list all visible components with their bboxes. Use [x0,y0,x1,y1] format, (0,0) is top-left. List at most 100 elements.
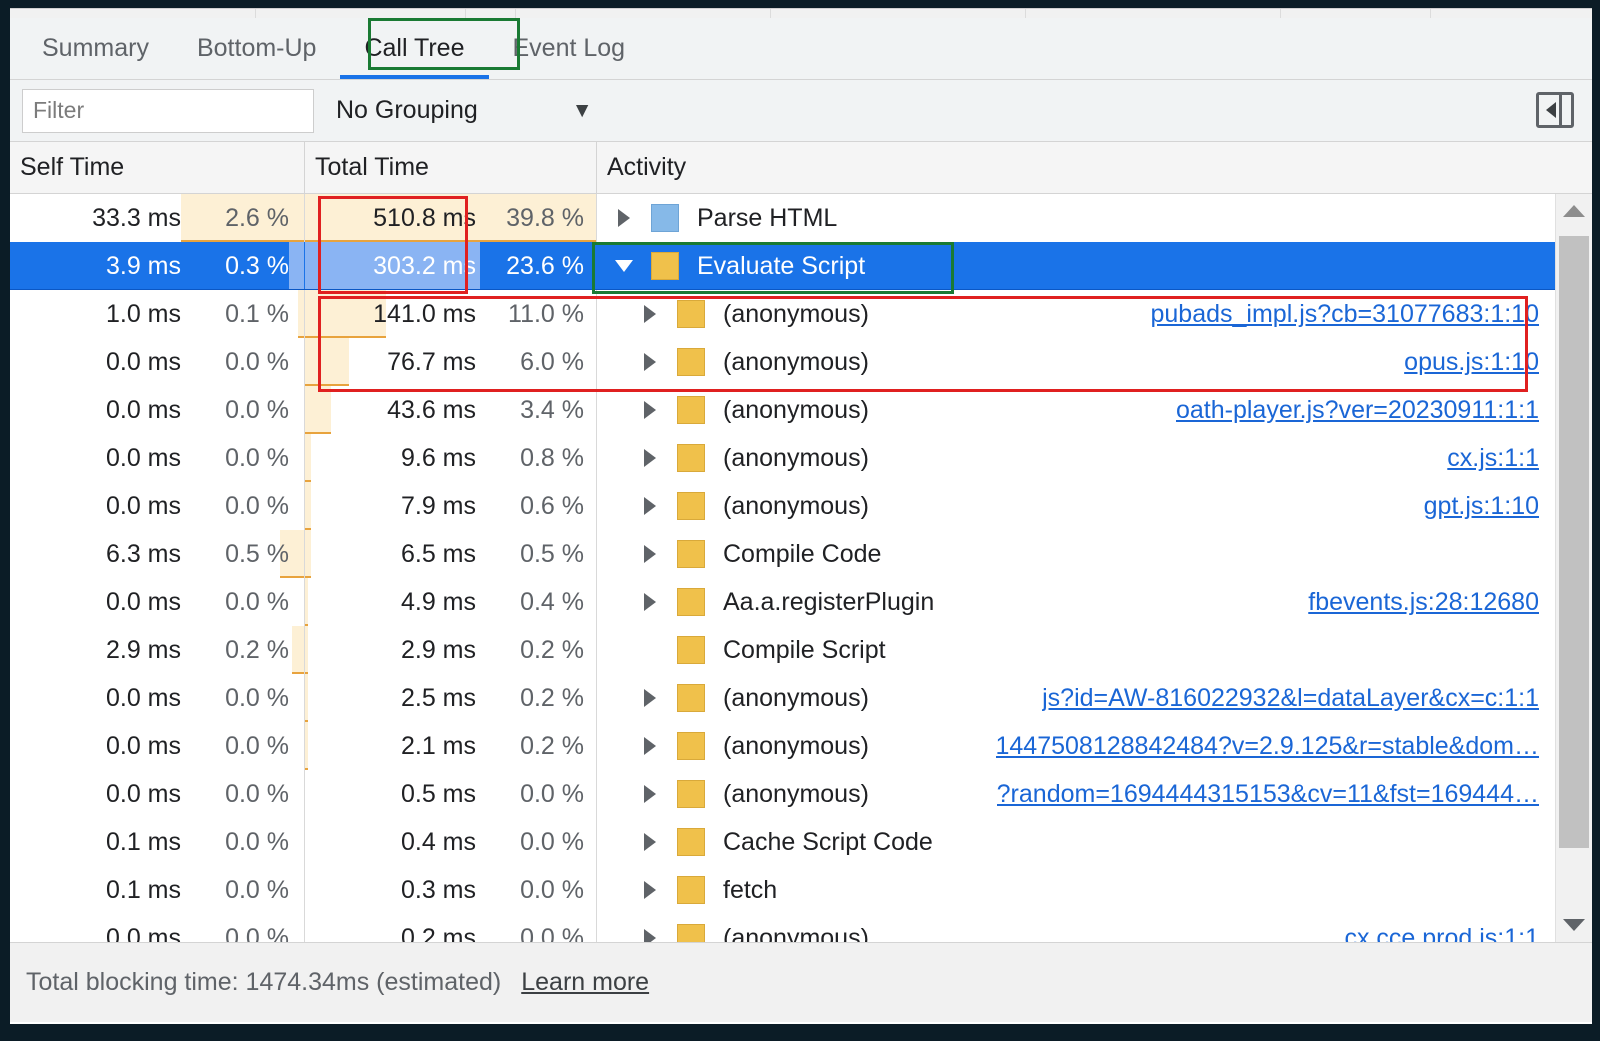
table-row[interactable]: 0.0 ms 0.0 % 0.5 ms 0.0 % (anonymous) ?random… [10,770,1555,818]
event-color-swatch [677,684,705,712]
table-row[interactable]: 0.0 ms 0.0 % 2.1 ms 0.2 % (anonymous) 1447508… [10,722,1555,770]
cell-self-time: 0.0 ms 0.0 % [10,578,305,626]
total-time-percent: 3.4 % [520,395,584,424]
self-time-value: 0.0 ms [105,491,181,520]
scrollbar-thumb[interactable] [1559,236,1589,848]
tab-call-tree[interactable]: Call Tree [340,18,489,79]
table-row[interactable]: 0.1 ms 0.0 % 0.3 ms 0.0 % fetch [10,866,1555,914]
self-time-percent: 0.0 % [225,443,289,472]
event-color-swatch [651,252,679,280]
chevron-right-icon[interactable] [637,449,663,467]
event-color-swatch [677,348,705,376]
table-row[interactable]: 0.0 ms 0.0 % 0.2 ms 0.0 % (anonymous) cx.cce.… [10,914,1555,942]
vertical-scrollbar[interactable] [1555,194,1592,942]
chevron-right-icon[interactable] [637,401,663,419]
source-location-link[interactable]: ?random=1694444315153&cv=11&fst=169444… [997,780,1555,809]
cell-self-time: 0.1 ms 0.0 % [10,818,305,866]
table-row[interactable]: 0.0 ms 0.0 % 43.6 ms 3.4 % (anonymous) oath-p… [10,386,1555,434]
cell-activity: (anonymous) cx.cce.prod.js:1:1 [597,914,1555,942]
table-header-row: Self Time Total Time Activity [10,142,1592,194]
chevron-right-icon[interactable] [637,881,663,899]
chevron-right-icon[interactable] [637,593,663,611]
tab-bottom-up[interactable]: Bottom-Up [173,18,340,79]
cell-total-time: 0.5 ms 0.0 % [305,770,597,818]
chevron-right-icon[interactable] [637,497,663,515]
table-row[interactable]: 0.0 ms 0.0 % 9.6 ms 0.8 % (anonymous) cx.js:1… [10,434,1555,482]
tab-event-log[interactable]: Event Log [489,18,650,79]
grouping-dropdown[interactable]: No Grouping ▼ [336,96,593,125]
self-time-value: 0.0 ms [105,923,181,943]
cell-total-time: 7.9 ms 0.6 % [305,482,597,530]
cell-self-time: 0.0 ms 0.0 % [10,386,305,434]
tab-summary[interactable]: Summary [18,18,173,79]
cell-self-time: 33.3 ms 2.6 % [10,194,305,242]
table-row[interactable]: 6.3 ms 0.5 % 6.5 ms 0.5 % Compile Code [10,530,1555,578]
column-header-activity[interactable]: Activity [597,142,1592,193]
chevron-right-icon[interactable] [637,305,663,323]
table-row[interactable]: 3.9 ms 0.3 % 303.2 ms 23.6 % Evaluate Script [10,242,1592,291]
cell-total-time: 141.0 ms 11.0 % [305,290,597,338]
column-header-total-time[interactable]: Total Time [305,142,597,193]
source-location-link[interactable]: fbevents.js:28:12680 [1308,588,1555,617]
window-chrome-strip [10,8,1592,19]
source-location-link[interactable]: cx.js:1:1 [1447,444,1555,473]
source-location-link[interactable]: oath-player.js?ver=20230911:1:1 [1176,396,1555,425]
table-row[interactable]: 2.9 ms 0.2 % 2.9 ms 0.2 % Compile Script [10,626,1555,674]
learn-more-link[interactable]: Learn more [521,968,649,997]
total-time-percent: 23.6 % [506,251,584,280]
event-color-swatch [677,396,705,424]
chevron-right-icon[interactable] [637,785,663,803]
call-tree-rows: 33.3 ms 2.6 % 510.8 ms 39.8 % Parse HTML 3.9 … [10,194,1592,942]
source-location-link[interactable]: js?id=AW-816022932&l=dataLayer&cx=c:1:1 [1042,684,1555,713]
cell-activity: Compile Code [597,530,1555,578]
total-time-percent: 6.0 % [520,347,584,376]
chevron-right-icon[interactable] [637,929,663,942]
chevron-right-icon[interactable] [637,833,663,851]
self-time-percent: 0.5 % [225,539,289,568]
source-location-link[interactable]: gpt.js:1:10 [1424,492,1555,521]
total-time-percent: 0.2 % [520,683,584,712]
table-row[interactable]: 0.0 ms 0.0 % 7.9 ms 0.6 % (anonymous) gpt.js:… [10,482,1555,530]
cell-self-time: 0.0 ms 0.0 % [10,674,305,722]
hide-sidebar-icon[interactable] [1536,92,1574,128]
chevron-right-icon[interactable] [637,353,663,371]
chevron-right-icon[interactable] [637,545,663,563]
cell-self-time: 0.0 ms 0.0 % [10,482,305,530]
cell-activity: (anonymous) js?id=AW-816022932&l=dataLaye… [597,674,1555,722]
column-header-self-time[interactable]: Self Time [10,142,305,193]
self-time-value: 0.0 ms [105,731,181,760]
table-row[interactable]: 0.0 ms 0.0 % 76.7 ms 6.0 % (anonymous) opus.j… [10,338,1555,386]
chevron-right-icon[interactable] [637,689,663,707]
source-location-link[interactable]: opus.js:1:10 [1404,348,1555,377]
event-color-swatch [677,828,705,856]
table-row[interactable]: 0.1 ms 0.0 % 0.4 ms 0.0 % Cache Script Code [10,818,1555,866]
self-time-value: 0.1 ms [105,875,181,904]
event-color-swatch [677,924,705,942]
scroll-down-arrow-icon[interactable] [1556,908,1592,942]
source-location-link[interactable]: cx.cce.prod.js:1:1 [1344,924,1555,943]
self-time-bar [298,290,304,338]
total-time-percent: 0.2 % [520,635,584,664]
table-row[interactable]: 1.0 ms 0.1 % 141.0 ms 11.0 % (anonymous) puba… [10,290,1555,338]
filter-input[interactable] [22,88,314,133]
cell-self-time: 1.0 ms 0.1 % [10,290,305,338]
table-row[interactable]: 33.3 ms 2.6 % 510.8 ms 39.8 % Parse HTML [10,194,1555,242]
total-time-percent: 0.2 % [520,731,584,760]
cell-activity: (anonymous) oath-player.js?ver=20230911:1… [597,386,1555,434]
cell-activity: (anonymous) ?random=1694444315153&cv=11&f… [597,770,1555,818]
chevron-down-icon[interactable] [611,260,637,272]
source-location-link[interactable]: 1447508128842484?v=2.9.125&r=stable&dom… [996,732,1556,761]
total-time-value: 76.7 ms [387,347,476,376]
self-time-value: 2.9 ms [105,635,181,664]
table-row[interactable]: 0.0 ms 0.0 % 2.5 ms 0.2 % (anonymous) js?id=A… [10,674,1555,722]
chevron-right-icon[interactable] [637,737,663,755]
self-time-value: 6.3 ms [105,539,181,568]
activity-name: (anonymous) [723,683,869,712]
chevron-right-icon[interactable] [611,209,637,227]
call-tree-toolbar: No Grouping ▼ [10,80,1592,142]
total-time-value: 510.8 ms [373,203,476,232]
source-location-link[interactable]: pubads_impl.js?cb=31077683:1:10 [1150,300,1555,329]
table-row[interactable]: 0.0 ms 0.0 % 4.9 ms 0.4 % Aa.a.registerPlugi… [10,578,1555,626]
scroll-up-arrow-icon[interactable] [1556,194,1592,228]
cell-activity: (anonymous) cx.js:1:1 [597,434,1555,482]
